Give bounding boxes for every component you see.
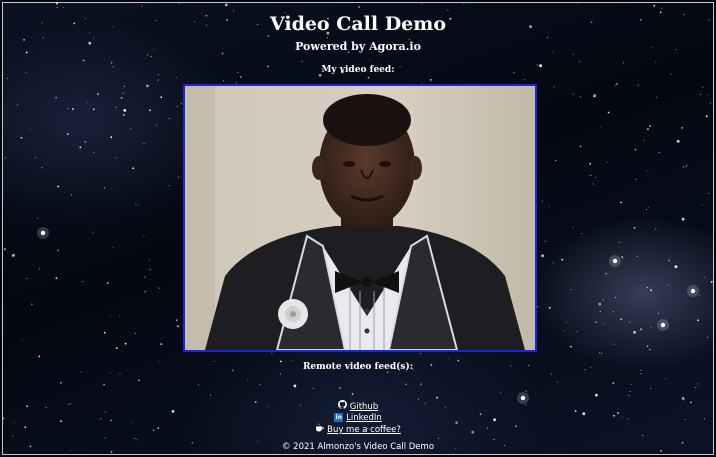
local-feed-label: My video feed: (321, 65, 395, 75)
linkedin-icon: in (334, 412, 344, 422)
footer-copyright: © 2021 Almonzo's Video Call Demo (281, 442, 435, 452)
remote-feed-label: Remote video feed(s): (302, 362, 414, 372)
buy-me-a-coffee-link[interactable]: Buy me a coffee? (327, 425, 401, 435)
main-content: Video Call Demo Powered by Agora.io My v… (3, 3, 713, 454)
social-links: Github in LinkedIn Buy me a coffee? (3, 400, 713, 436)
github-link-row: Github (3, 400, 713, 413)
coffee-icon (315, 423, 324, 436)
page-frame: Video Call Demo Powered by Agora.io My v… (2, 2, 714, 455)
linkedin-link[interactable]: LinkedIn (346, 413, 382, 423)
github-link[interactable]: Github (350, 402, 378, 412)
linkedin-link-row: in LinkedIn (3, 412, 713, 424)
coffee-link-row: Buy me a coffee? (3, 423, 713, 436)
webcam-frame-image (185, 86, 535, 350)
page-subtitle: Powered by Agora.io (295, 40, 421, 53)
github-icon (337, 400, 347, 413)
local-video-feed (183, 84, 537, 352)
page-title: Video Call Demo (269, 13, 447, 35)
